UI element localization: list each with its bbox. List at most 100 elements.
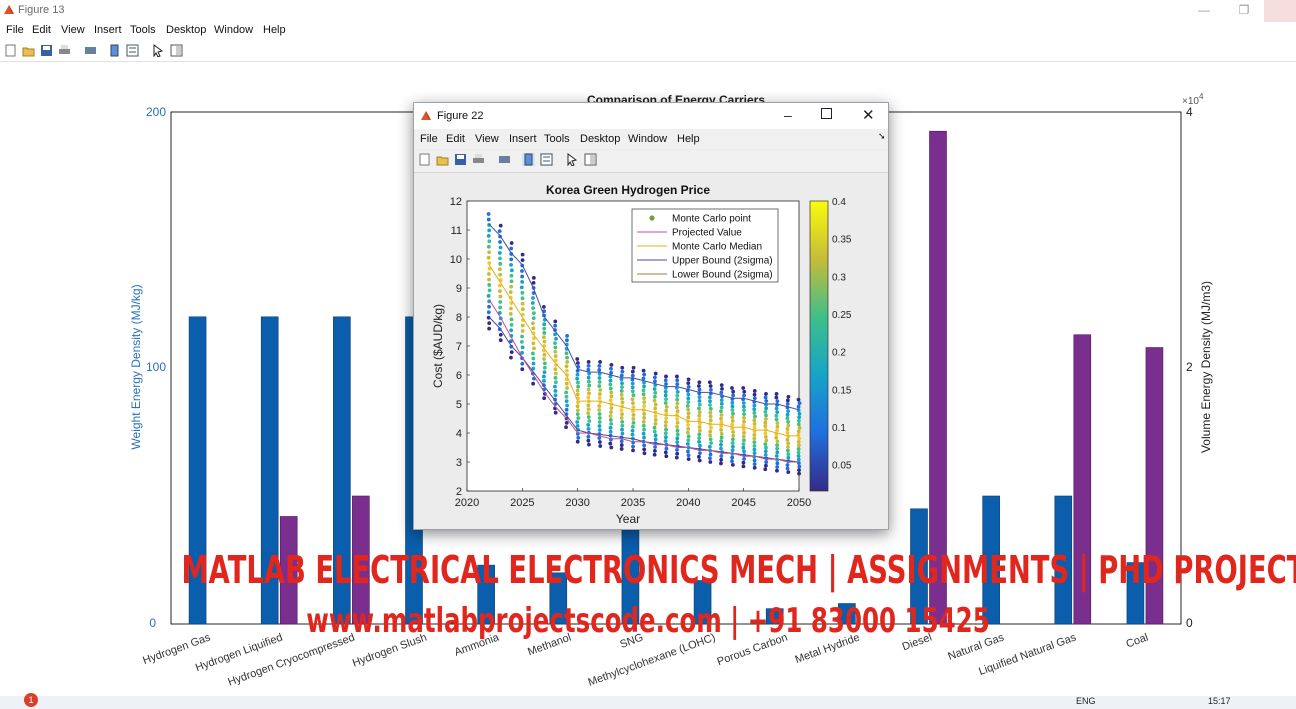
monte-carlo-point: [587, 383, 592, 388]
monte-carlo-point: [642, 400, 647, 405]
monte-carlo-point: [752, 447, 757, 452]
language-indicator[interactable]: ENG: [1076, 696, 1096, 706]
monte-carlo-point: [664, 420, 668, 424]
legend-icon[interactable]: [126, 44, 139, 57]
monte-carlo-point: [642, 372, 647, 377]
print-icon[interactable]: [472, 153, 485, 166]
restore-button[interactable]: ❐: [1224, 0, 1264, 22]
menu-file[interactable]: File: [6, 24, 24, 36]
menu-tools[interactable]: Tools: [130, 24, 156, 36]
notification-badge[interactable]: 1: [24, 693, 38, 707]
new-figure-icon[interactable]: [418, 153, 431, 166]
menu-insert[interactable]: Insert: [94, 24, 122, 36]
monte-carlo-point: [697, 384, 701, 388]
monte-carlo-point: [719, 416, 723, 421]
monte-carlo-point: [509, 273, 514, 278]
close-icon[interactable]: ✕: [862, 106, 875, 124]
monte-carlo-point: [742, 412, 746, 417]
monte-carlo-point: [642, 427, 646, 432]
monte-carlo-point: [565, 360, 570, 364]
menu-window[interactable]: Window: [214, 24, 253, 36]
minimize-icon[interactable]: –: [784, 107, 792, 123]
property-editor-icon[interactable]: [584, 153, 597, 166]
x-tick-label: 2020: [455, 497, 479, 509]
monte-carlo-point: [631, 401, 635, 406]
monte-carlo-point: [785, 463, 790, 467]
monte-carlo-point: [675, 390, 680, 394]
monte-carlo-point: [675, 424, 679, 429]
monte-carlo-point: [642, 451, 647, 456]
monte-carlo-point: [520, 274, 525, 279]
legend-icon[interactable]: [540, 153, 553, 166]
monte-carlo-point: [619, 439, 624, 444]
monte-carlo-point: [586, 407, 591, 412]
menu-edit[interactable]: Edit: [446, 133, 465, 145]
menu-help[interactable]: Help: [677, 133, 700, 145]
monte-carlo-point: [609, 366, 613, 371]
pointer-icon[interactable]: [566, 153, 579, 166]
menu-view[interactable]: View: [61, 24, 85, 36]
property-editor-icon[interactable]: [170, 44, 183, 57]
print-preview-icon[interactable]: [84, 44, 97, 57]
monte-carlo-point: [487, 321, 492, 326]
monte-carlo-point: [520, 252, 525, 257]
colorbar-icon[interactable]: [108, 44, 121, 57]
monte-carlo-point: [786, 409, 790, 414]
legend-box[interactable]: Monte Carlo point Projected Value Monte Ca…: [631, 208, 779, 283]
monte-carlo-point: [487, 261, 492, 266]
menu-window[interactable]: Window: [628, 133, 667, 145]
monte-carlo-point: [653, 406, 658, 411]
menu-help[interactable]: Help: [263, 24, 286, 36]
minimize-button[interactable]: —: [1184, 0, 1224, 22]
x-tick-label: 2035: [621, 497, 645, 509]
monte-carlo-point: [620, 396, 624, 401]
print-preview-icon[interactable]: [498, 153, 511, 166]
monte-carlo-point: [697, 458, 702, 463]
figure-toolbar: [0, 41, 1296, 62]
monte-carlo-point: [531, 296, 535, 300]
open-file-icon[interactable]: [22, 44, 35, 57]
monte-carlo-point: [785, 427, 790, 431]
monte-carlo-point: [641, 419, 646, 424]
clock-time[interactable]: 15:17: [1208, 696, 1231, 706]
monte-carlo-point: [675, 448, 679, 452]
monte-carlo-point: [675, 393, 680, 398]
menu-edit[interactable]: Edit: [32, 24, 51, 36]
figure-22-window[interactable]: Figure 22 – ✕ File Edit View Insert Tool…: [413, 102, 889, 530]
menu-view[interactable]: View: [475, 133, 499, 145]
monte-carlo-point: [619, 443, 624, 447]
monte-carlo-point: [698, 451, 702, 455]
monte-carlo-point: [586, 387, 591, 392]
monte-carlo-point: [620, 385, 624, 389]
monte-carlo-point: [675, 451, 680, 456]
maximize-icon[interactable]: [821, 108, 832, 119]
monte-carlo-point: [697, 380, 702, 385]
monte-carlo-point: [609, 421, 614, 426]
menu-file[interactable]: File: [420, 133, 438, 145]
monte-carlo-point: [742, 430, 746, 435]
monte-carlo-point: [642, 384, 646, 389]
menu-insert[interactable]: Insert: [509, 133, 537, 145]
open-file-icon[interactable]: [436, 153, 449, 166]
save-icon[interactable]: [454, 153, 467, 166]
monte-carlo-point: [575, 357, 580, 361]
pointer-icon[interactable]: [152, 44, 165, 57]
colorbar-tick-label: 0.2: [832, 348, 846, 359]
dock-arrow-icon[interactable]: ➘: [878, 131, 886, 142]
close-button[interactable]: [1264, 0, 1296, 22]
monte-carlo-point: [675, 428, 680, 433]
monte-carlo-point: [664, 446, 669, 451]
menu-desktop[interactable]: Desktop: [580, 133, 620, 145]
menu-tools[interactable]: Tools: [544, 133, 570, 145]
figure-22-titlebar[interactable]: Figure 22 – ✕: [414, 103, 888, 129]
monte-carlo-point: [774, 417, 779, 422]
monte-carlo-point: [708, 437, 713, 442]
print-icon[interactable]: [58, 44, 71, 57]
monte-carlo-point: [797, 401, 802, 406]
save-icon[interactable]: [40, 44, 53, 57]
new-figure-icon[interactable]: [4, 44, 17, 57]
monte-carlo-point: [796, 457, 801, 462]
colorbar-icon[interactable]: [522, 153, 535, 166]
menu-desktop[interactable]: Desktop: [166, 24, 206, 36]
monte-carlo-point: [752, 411, 757, 415]
